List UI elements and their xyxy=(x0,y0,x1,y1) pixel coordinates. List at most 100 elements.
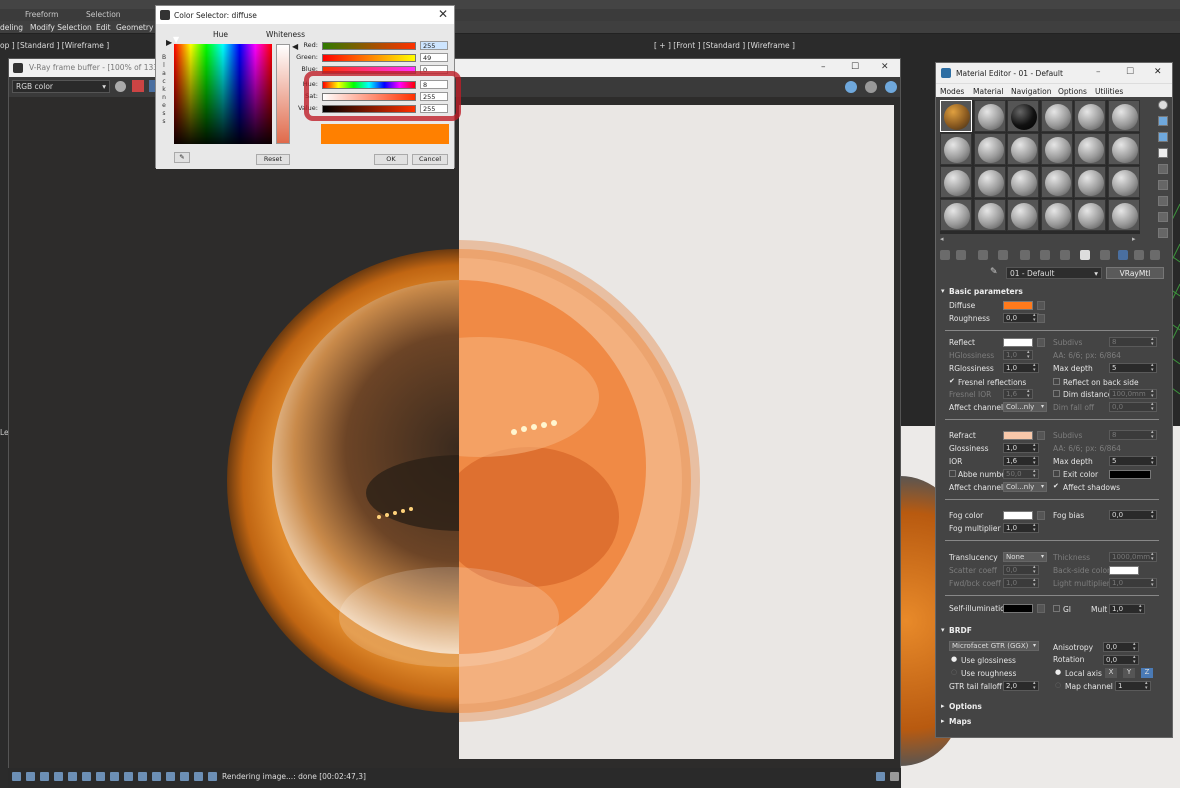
scatter-spinner[interactable]: 0,0 xyxy=(1003,565,1039,575)
video-check-icon[interactable] xyxy=(1158,164,1168,174)
hue-marker-icon[interactable]: ▼ xyxy=(173,35,179,44)
options-icon[interactable] xyxy=(1158,196,1168,206)
rotation-spinner[interactable]: 0,0 xyxy=(1103,655,1139,665)
material-navigator-icon[interactable] xyxy=(1158,228,1168,238)
reflect-back-checkbox[interactable] xyxy=(1053,378,1060,385)
roughness-map-button[interactable] xyxy=(1037,314,1045,323)
material-slot[interactable] xyxy=(940,166,972,198)
rollout-maps[interactable]: Maps xyxy=(939,717,1165,728)
material-slot[interactable] xyxy=(1040,100,1073,132)
ior-spinner[interactable]: 1,6 xyxy=(1003,456,1039,466)
material-slot[interactable] xyxy=(1107,133,1140,165)
put-to-library-icon[interactable] xyxy=(1040,250,1050,260)
material-slot[interactable] xyxy=(940,100,972,132)
bucket-icon[interactable] xyxy=(208,772,217,781)
show-in-viewport-icon[interactable] xyxy=(1080,250,1090,260)
background-icon[interactable] xyxy=(1158,132,1168,142)
settings-icon[interactable] xyxy=(82,772,91,781)
select-by-material-icon[interactable] xyxy=(1158,212,1168,222)
abbe-spinner[interactable]: 50,0 xyxy=(1003,469,1039,479)
red-channel-icon[interactable] xyxy=(132,80,144,92)
fresnel-checkbox[interactable]: ✔ xyxy=(949,378,956,385)
material-slot[interactable] xyxy=(1040,133,1073,165)
axis-z-button[interactable]: Z xyxy=(1141,668,1153,678)
ok-button[interactable]: OK xyxy=(374,154,408,165)
scroll-right-icon[interactable]: ▸ xyxy=(1132,235,1136,243)
uv-tiling-icon[interactable] xyxy=(1158,148,1168,158)
material-slot[interactable] xyxy=(1007,133,1039,165)
material-slot[interactable] xyxy=(1007,199,1039,231)
material-id-icon[interactable] xyxy=(1060,250,1070,260)
axis-x-button[interactable]: X xyxy=(1105,668,1117,678)
material-slot[interactable] xyxy=(1007,100,1039,132)
fog-bias-spinner[interactable]: 0,0 xyxy=(1109,510,1157,520)
close-button[interactable]: ✕ xyxy=(438,7,448,21)
compare-icon[interactable] xyxy=(110,772,119,781)
material-slot[interactable] xyxy=(1007,166,1039,198)
material-slot[interactable] xyxy=(1074,100,1106,132)
menu-modeling[interactable]: deling xyxy=(0,23,23,32)
translucency-dropdown[interactable]: None xyxy=(1003,552,1047,562)
refract-affect-channels-dropdown[interactable]: Col...nly xyxy=(1003,482,1047,492)
dim-falloff-spinner[interactable]: 0,0 xyxy=(1109,402,1157,412)
material-slot[interactable] xyxy=(973,166,1006,198)
menu-material[interactable]: Material xyxy=(973,87,1003,96)
diffuse-color-swatch[interactable] xyxy=(1003,301,1033,310)
max-depth-spinner[interactable]: 5 xyxy=(1109,363,1157,373)
teapot-icon[interactable] xyxy=(865,81,877,93)
use-roughness-radio[interactable]: ○ xyxy=(951,669,958,676)
subdivs-spinner[interactable]: 8 xyxy=(1109,337,1157,347)
material-slot[interactable] xyxy=(1074,133,1106,165)
abbe-checkbox[interactable] xyxy=(949,470,956,477)
minimize-button[interactable]: – xyxy=(821,62,826,72)
render-region-icon[interactable] xyxy=(845,81,857,93)
hue-pointer-icon[interactable]: ▶ xyxy=(166,38,172,47)
go-forward-icon[interactable] xyxy=(1134,250,1144,260)
material-slot[interactable] xyxy=(1074,166,1106,198)
copy-icon[interactable] xyxy=(40,772,49,781)
back-side-color-swatch[interactable] xyxy=(1109,566,1139,575)
material-slot[interactable] xyxy=(1040,166,1073,198)
menu-modify-selection[interactable]: Modify Selection xyxy=(30,23,92,32)
track-icon[interactable] xyxy=(194,772,203,781)
material-slot[interactable] xyxy=(973,100,1006,132)
lens-icon[interactable] xyxy=(68,772,77,781)
lut-icon[interactable] xyxy=(124,772,133,781)
show-end-result-icon[interactable] xyxy=(1100,250,1110,260)
exit-color-swatch[interactable] xyxy=(1109,470,1151,479)
hglossiness-spinner[interactable]: 1,0 xyxy=(1003,350,1033,360)
affect-channels-dropdown[interactable]: Col...nly xyxy=(1003,402,1047,412)
histogram-icon[interactable] xyxy=(166,772,175,781)
local-axis-radio[interactable]: ● xyxy=(1055,669,1062,676)
material-name-field[interactable]: 01 - Default ▾ xyxy=(1006,267,1102,279)
eyedropper-button[interactable]: ✎ xyxy=(174,152,190,163)
rollout-brdf[interactable]: BRDF xyxy=(939,626,1165,637)
menu-modes[interactable]: Modes xyxy=(940,87,964,96)
material-type-button[interactable]: VRayMtl xyxy=(1106,267,1164,279)
thickness-spinner[interactable]: 1000,0mm xyxy=(1109,552,1157,562)
gi-checkbox[interactable] xyxy=(1053,605,1060,612)
put-to-scene-icon[interactable] xyxy=(956,250,966,260)
viewport-top-label[interactable]: op ] [Standard ] [Wireframe ] xyxy=(0,41,109,50)
reset-map-icon[interactable] xyxy=(998,250,1008,260)
sample-type-icon[interactable] xyxy=(1158,100,1168,110)
close-button[interactable]: ✕ xyxy=(881,62,889,72)
channel-select[interactable]: RGB color ▾ xyxy=(12,80,110,93)
material-slot[interactable] xyxy=(973,199,1006,231)
make-unique-icon[interactable] xyxy=(1020,250,1030,260)
cancel-button[interactable]: Cancel xyxy=(412,154,448,165)
red-bar[interactable] xyxy=(322,42,416,50)
history-icon[interactable] xyxy=(54,772,63,781)
color-channels-icon[interactable] xyxy=(115,81,126,92)
stamp-icon[interactable] xyxy=(96,772,105,781)
material-slot[interactable] xyxy=(1040,199,1073,231)
roughness-spinner[interactable]: 0,0 xyxy=(1003,313,1039,323)
gtr-tail-spinner[interactable]: 2,0 xyxy=(1003,681,1039,691)
refract-subdivs-spinner[interactable]: 8 xyxy=(1109,430,1157,440)
minimize-button[interactable]: – xyxy=(1096,67,1101,77)
exit-color-checkbox[interactable] xyxy=(1053,470,1060,477)
viewport-front-label[interactable]: [ + ] [Front ] [Standard ] [Wireframe ] xyxy=(654,41,795,50)
green-value[interactable]: 49 xyxy=(420,53,448,62)
assign-to-selection-icon[interactable] xyxy=(978,250,988,260)
light-multiplier-spinner[interactable]: 1,0 xyxy=(1109,578,1157,588)
